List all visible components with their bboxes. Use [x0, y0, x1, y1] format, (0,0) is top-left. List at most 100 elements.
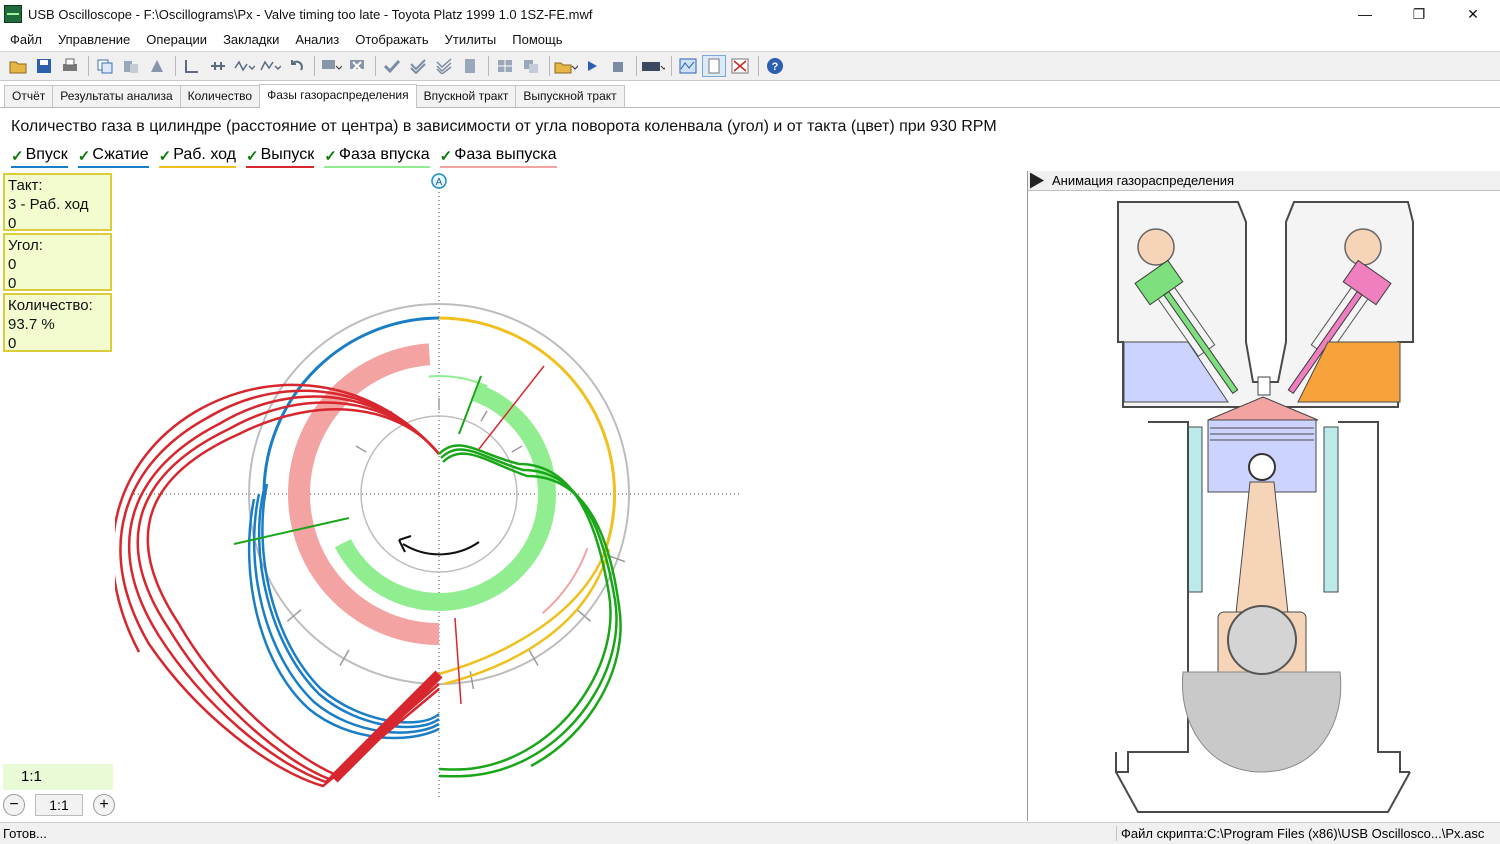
close-button[interactable]: ✕: [1446, 0, 1500, 28]
angle-value: 0: [8, 256, 17, 273]
angle-extra: 0: [8, 275, 17, 292]
export-icon[interactable]: [145, 55, 169, 77]
zoom-in-button[interactable]: +: [93, 794, 115, 816]
stop-icon[interactable]: [606, 55, 630, 77]
engine-diagram: [1115, 201, 1414, 813]
animation-header: Анимация газораспределения: [1028, 171, 1500, 191]
open-folder-icon[interactable]: [6, 55, 30, 77]
help-icon[interactable]: ?: [763, 55, 787, 77]
toolbar-separator: [758, 56, 759, 76]
monitor-icon[interactable]: [319, 55, 343, 77]
close-chart-icon[interactable]: [728, 55, 752, 77]
check-icon: ✓: [324, 148, 337, 165]
check-icon[interactable]: [380, 55, 404, 77]
intake-phase-curves: [438, 444, 622, 778]
toolbar-separator: [88, 56, 89, 76]
double-check-icon[interactable]: [406, 55, 430, 77]
toolbar-separator: [671, 56, 672, 76]
layers-icon[interactable]: [519, 55, 543, 77]
quantity-label: Количество:: [8, 297, 93, 314]
tab-exhaust-tract[interactable]: Выпускной тракт: [515, 85, 625, 107]
exhaust-open-marker: [454, 617, 462, 705]
quantity-info-box: Количество: 93.7 % 0: [3, 293, 112, 352]
polar-chart[interactable]: A: [111, 171, 1025, 821]
checkbox-label: Сжатие: [92, 146, 149, 163]
status-ready: Готов...: [3, 826, 47, 841]
restore-button[interactable]: ❐: [1392, 0, 1446, 28]
menu-analysis[interactable]: Анализ: [287, 32, 347, 47]
piston-pin: [1248, 453, 1276, 481]
toolbar-separator: [488, 56, 489, 76]
animation-title: Анимация газораспределения: [1052, 173, 1235, 188]
keyboard-icon[interactable]: [641, 55, 665, 77]
toolbar-separator: [175, 56, 176, 76]
window-controls: — ❐ ✕: [1338, 0, 1500, 28]
marker-a-label: A: [436, 177, 443, 188]
spark-plug: [1257, 376, 1271, 396]
legend-checkboxes: ✓ Впуск ✓ Сжатие ✓ Раб. ход ✓ Выпуск ✓ Ф…: [11, 146, 567, 168]
menu-bookmarks[interactable]: Закладки: [215, 32, 287, 47]
play-animation-icon[interactable]: [1030, 172, 1044, 189]
menu-file[interactable]: Файл: [2, 32, 50, 47]
checkbox-intake-phase[interactable]: ✓ Фаза впуска: [324, 146, 430, 168]
menu-control[interactable]: Управление: [50, 32, 138, 47]
menu-help[interactable]: Помощь: [504, 32, 570, 47]
toolbar-separator: [314, 56, 315, 76]
quantity-extra: 0: [8, 335, 17, 352]
tab-analysis-results[interactable]: Результаты анализа: [52, 85, 181, 107]
play-icon[interactable]: [580, 55, 604, 77]
crankshaft-counterweight: [1181, 671, 1342, 773]
cylinder-wall-right: [1323, 426, 1339, 593]
checkbox-exhaust-phase[interactable]: ✓ Фаза выпуска: [439, 146, 557, 168]
arrow-head: [398, 535, 412, 553]
quantity-value: 93.7 %: [8, 316, 55, 333]
cursor-icon[interactable]: [180, 55, 204, 77]
check-icon: ✓: [77, 148, 91, 165]
zoom-out-button[interactable]: −: [3, 794, 25, 816]
page-icon[interactable]: [458, 55, 482, 77]
wave-a-icon[interactable]: [232, 55, 256, 77]
tab-intake-tract[interactable]: Впускной тракт: [415, 85, 517, 107]
grid-icon[interactable]: [493, 55, 517, 77]
folder-icon[interactable]: [554, 55, 578, 77]
tab-valve-timing[interactable]: Фазы газораспределения: [259, 84, 417, 108]
measure-icon[interactable]: [206, 55, 230, 77]
menu-utilities[interactable]: Утилиты: [437, 32, 505, 47]
paste-icon[interactable]: [119, 55, 143, 77]
check-icon: ✓: [158, 148, 172, 165]
undo-icon[interactable]: [284, 55, 308, 77]
crank-journal: [1227, 605, 1297, 675]
checkbox-exhaust[interactable]: ✓ Выпуск: [246, 146, 315, 168]
exhaust-camshaft: [1344, 228, 1382, 266]
tab-quantity[interactable]: Количество: [179, 85, 261, 107]
zoom-label: 1:1: [3, 764, 113, 790]
document-icon[interactable]: [702, 55, 726, 77]
status-bar: Готов... Файл скрипта:C:\Program Files (…: [0, 822, 1500, 844]
animation-panel: Анимация газораспределения: [1027, 171, 1500, 821]
tab-report[interactable]: Отчёт: [4, 85, 54, 107]
triple-check-icon[interactable]: [432, 55, 456, 77]
minimize-button[interactable]: —: [1338, 0, 1392, 28]
wave-b-icon[interactable]: [258, 55, 282, 77]
checkbox-power-stroke[interactable]: ✓ Раб. ход: [158, 146, 237, 168]
crankcase: [1115, 771, 1411, 813]
menu-display[interactable]: Отображать: [347, 32, 436, 47]
menu-operations[interactable]: Операции: [138, 32, 215, 47]
print-icon[interactable]: [58, 55, 82, 77]
toolbar-separator: [636, 56, 637, 76]
app-oscilloscope-icon: [4, 5, 22, 23]
save-icon[interactable]: [32, 55, 56, 77]
menu-bar: Файл Управление Операции Закладки Анализ…: [0, 28, 1500, 50]
zoom-value-field[interactable]: 1:1: [35, 794, 83, 816]
checkbox-compression[interactable]: ✓ Сжатие: [77, 146, 149, 168]
copy-icon[interactable]: [93, 55, 117, 77]
title-bar: USB Oscilloscope - F:\Oscillograms\Px - …: [0, 0, 1500, 28]
stroke-info-box: Такт: 3 - Раб. ход 0: [3, 173, 112, 232]
checkbox-intake[interactable]: ✓ Впуск: [11, 146, 68, 168]
check-icon: ✓: [11, 148, 24, 165]
oscillograph-icon[interactable]: [676, 55, 700, 77]
tab-strip: Отчёт Результаты анализа Количество Фазы…: [0, 84, 1500, 108]
zoom-control: − 1:1 +: [3, 792, 115, 818]
clear-icon[interactable]: [345, 55, 369, 77]
svg-text:?: ?: [772, 61, 779, 73]
